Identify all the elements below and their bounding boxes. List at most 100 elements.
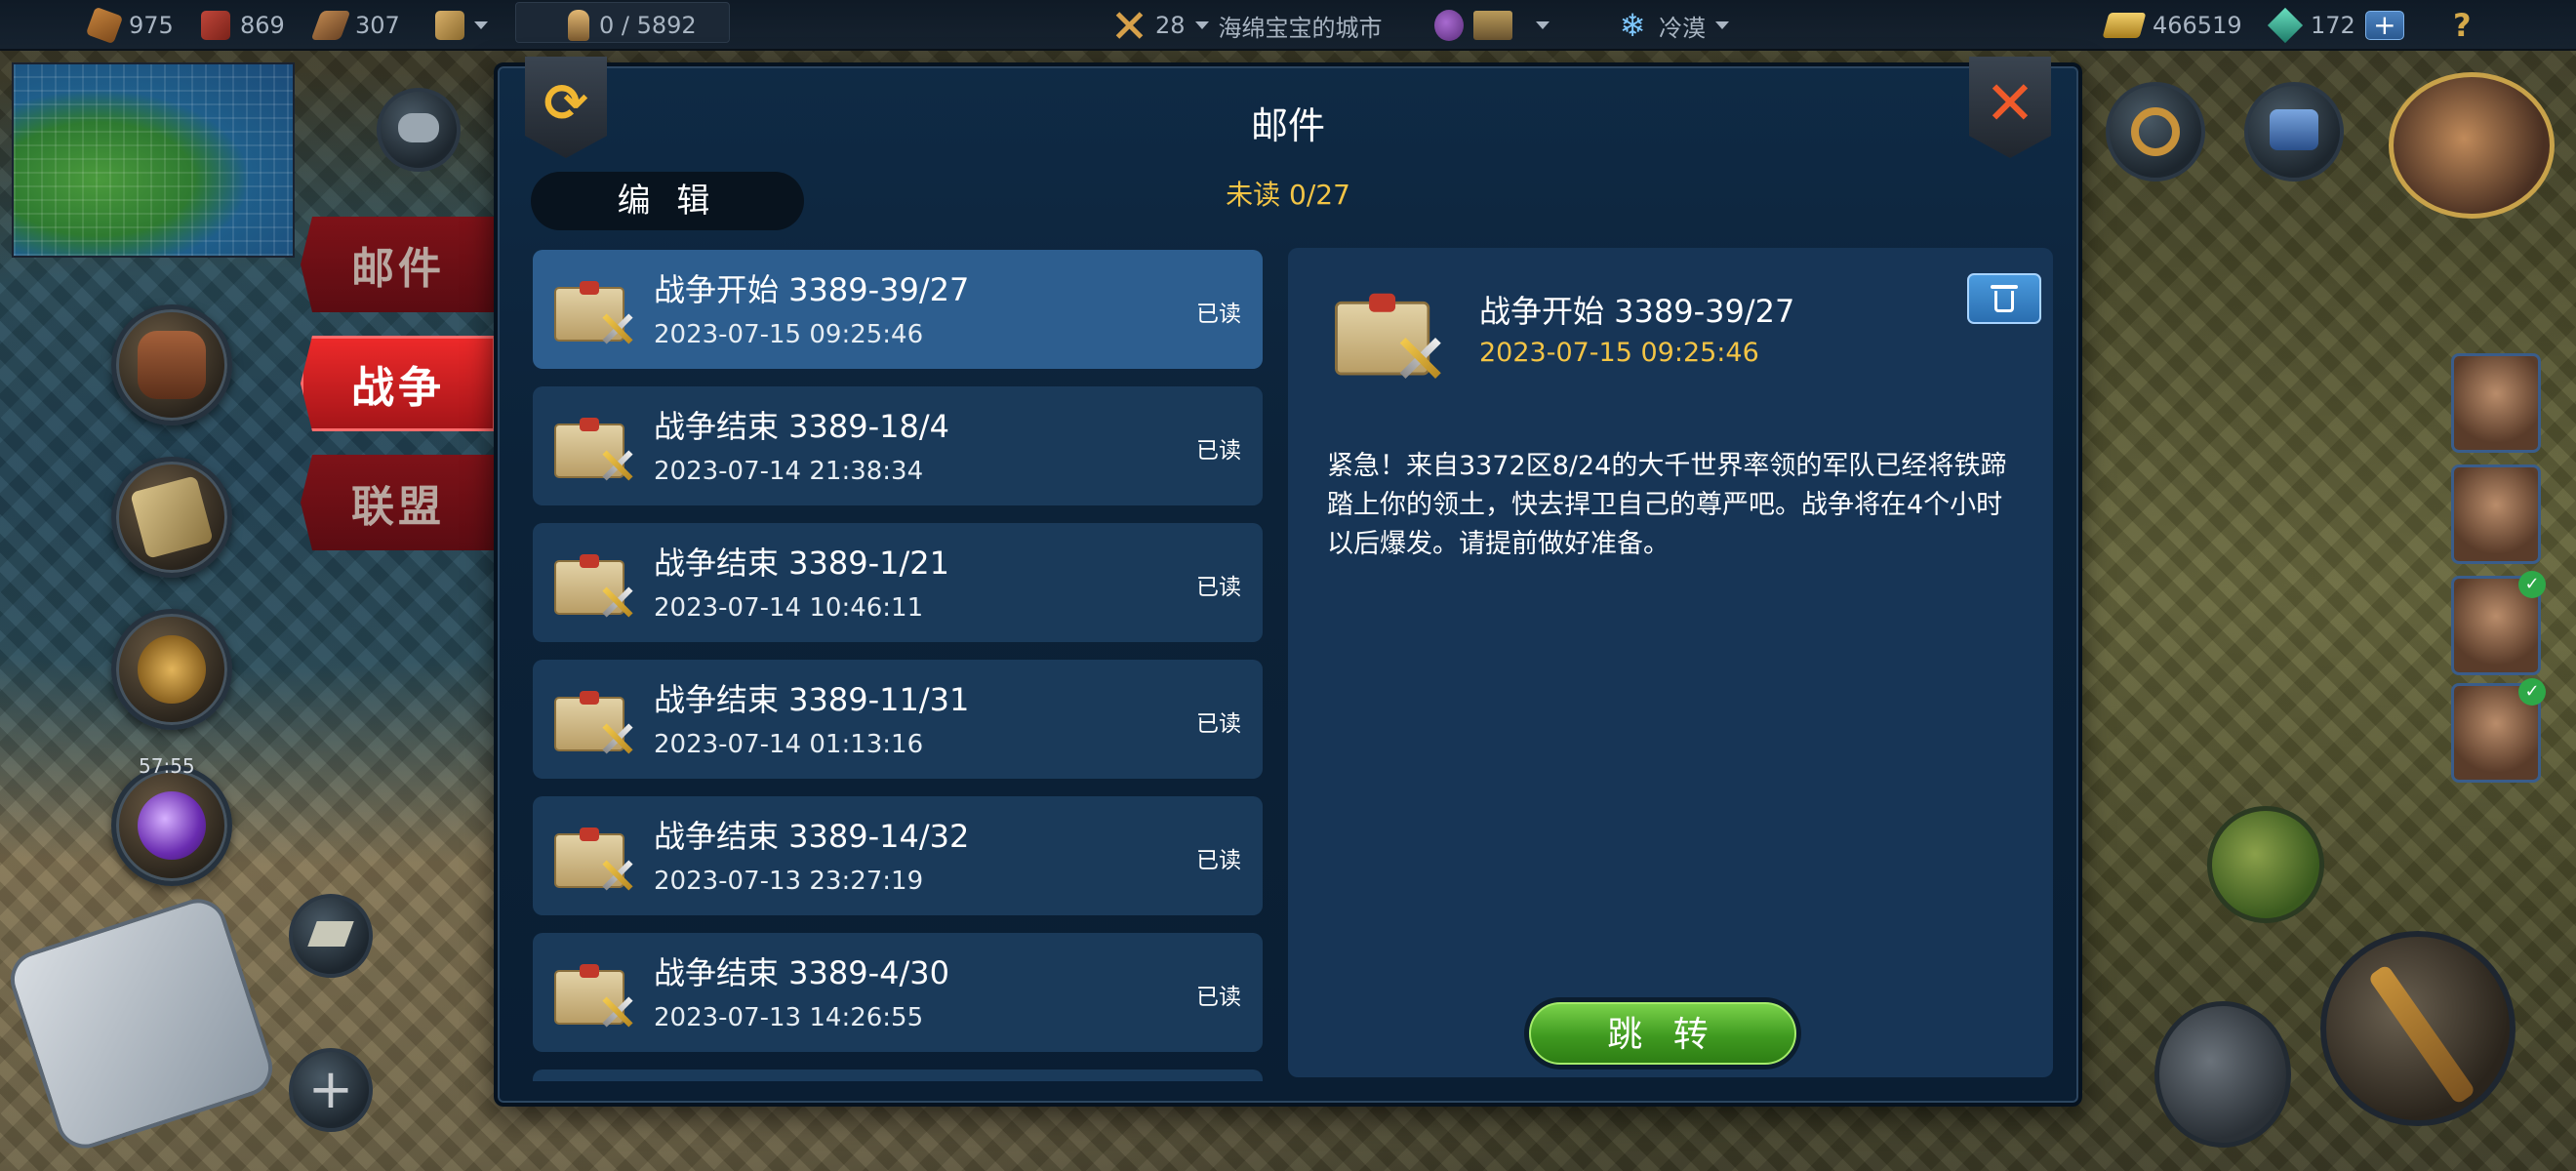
detail-title: 战争开始 3389-39/27 <box>1479 293 1795 330</box>
mail-title: 战争结束 3389-11/31 <box>654 681 970 718</box>
mail-list[interactable]: 战争开始 3389-39/27 2023-07-15 09:25:46 已读 战… <box>533 250 1263 1081</box>
population: 0 / 5892 <box>568 0 697 51</box>
book-icon <box>1473 11 1512 40</box>
gem-resource[interactable]: 172 + <box>2267 0 2404 51</box>
resource-wood[interactable]: 975 <box>85 0 174 51</box>
chevron-down-icon <box>1194 21 1209 29</box>
culture-selector[interactable] <box>1434 0 1550 51</box>
plank-icon <box>310 11 351 40</box>
weather-label: 冷漠 <box>1659 14 1706 42</box>
person-icon <box>568 10 589 41</box>
mail-status: 已读 <box>1196 711 1241 737</box>
gem-icon <box>2267 7 2304 44</box>
mail-status: 已读 <box>1196 438 1241 464</box>
hammer-icon <box>2367 963 2476 1106</box>
advisor-portrait-1[interactable] <box>2451 353 2541 453</box>
minimap[interactable] <box>12 62 295 258</box>
gold-resource[interactable]: 466519 <box>2102 0 2242 51</box>
war-mail-icon <box>554 683 636 751</box>
mail-date: 2023-07-13 14:26:55 <box>654 1003 924 1032</box>
mail-date: 2023-07-14 10:46:11 <box>654 593 924 623</box>
advisor-portrait-3[interactable]: ✓ <box>2451 571 2546 675</box>
mail-item-partial[interactable] <box>533 1070 1263 1081</box>
war-mail-icon <box>554 546 636 615</box>
city-selector[interactable]: 28 海绵宝宝的城市 <box>1112 0 1383 51</box>
war-mail-icon <box>554 820 636 888</box>
wood-count: 975 <box>129 12 174 39</box>
chevron-down-icon <box>1536 21 1550 29</box>
war-mail-icon <box>554 956 636 1025</box>
weather-selector[interactable]: ❄ 冷漠 <box>1616 0 1729 51</box>
mail-item[interactable]: 战争结束 3389-18/4 2023-07-14 21:38:34 已读 <box>533 386 1263 505</box>
check-icon: ✓ <box>2518 678 2546 706</box>
trash-icon <box>1991 285 2018 312</box>
potion-icon <box>138 791 206 860</box>
gold-icon <box>2102 13 2147 38</box>
chevron-down-icon <box>474 21 488 29</box>
trade-button[interactable] <box>111 609 232 730</box>
plank-count: 307 <box>355 12 400 39</box>
population-value: 0 / 5892 <box>599 12 697 39</box>
mail-title: 战争结束 3389-1/21 <box>654 545 950 582</box>
mail-status: 已读 <box>1196 302 1241 327</box>
war-mail-icon <box>1335 283 1445 376</box>
mail-item[interactable]: 战争结束 3389-14/32 2023-07-13 23:27:19 已读 <box>533 796 1263 915</box>
mail-item[interactable]: 战争结束 3389-4/30 2023-07-13 14:26:55 已读 <box>533 933 1263 1052</box>
goods-icon <box>435 11 464 40</box>
backpack-icon <box>138 331 206 399</box>
advisor-portrait-4[interactable]: ✓ <box>2451 678 2546 783</box>
mail-date: 2023-07-14 01:13:16 <box>654 730 924 759</box>
jump-button[interactable]: 跳 转 <box>1524 997 1801 1070</box>
mail-title: 战争开始 3389-39/27 <box>654 271 970 308</box>
grape-icon <box>1434 10 1464 41</box>
brick-icon <box>201 11 230 40</box>
kingdom-button[interactable] <box>2244 82 2344 182</box>
shovel-button[interactable] <box>2154 1001 2291 1148</box>
war-mail-icon <box>554 410 636 478</box>
potion-button[interactable] <box>111 765 232 886</box>
layers-button[interactable] <box>289 894 373 978</box>
tab-alliance[interactable]: 联盟 <box>301 455 496 550</box>
help-icon: ? <box>2453 7 2472 44</box>
mail-title: 战争结束 3389-4/30 <box>654 954 950 991</box>
potion-timer: 57:55 <box>139 754 195 778</box>
check-icon: ✓ <box>2518 571 2546 598</box>
advisor-portrait-2[interactable] <box>2451 464 2541 564</box>
build-hammer-button[interactable] <box>2320 931 2516 1126</box>
map-button[interactable] <box>111 457 232 578</box>
delete-button[interactable] <box>1967 273 2041 324</box>
mail-item[interactable]: 战争开始 3389-39/27 2023-07-15 09:25:46 已读 <box>533 250 1263 369</box>
detail-body: 紧急！来自3372区8/24的大千世界率领的军队已经将铁蹄踏上你的领土，快去捍卫… <box>1327 451 2007 559</box>
add-gems-button[interactable]: + <box>2364 11 2404 40</box>
city-level: 28 <box>1155 12 1186 39</box>
horn-button[interactable] <box>2106 82 2205 182</box>
inventory-button[interactable] <box>111 304 232 425</box>
scales-icon <box>138 635 206 704</box>
chat-bubble-icon <box>398 113 439 142</box>
detail-date: 2023-07-15 09:25:46 <box>1479 338 1759 368</box>
resources-dropdown[interactable] <box>435 0 488 51</box>
mail-item[interactable]: 战争结束 3389-11/31 2023-07-14 01:13:16 已读 <box>533 660 1263 779</box>
city-name: 海绵宝宝的城市 <box>1218 14 1383 42</box>
gem-count: 172 <box>2311 12 2355 39</box>
layers-icon <box>307 921 354 947</box>
plus-icon: + <box>307 1058 354 1121</box>
resource-brick[interactable]: 869 <box>201 0 285 51</box>
tab-war[interactable]: 战争 <box>301 336 496 431</box>
mail-dialog: ⟳ ✕ 邮件 编 辑 未读 0/27 战争开始 3389-39/27 2023-… <box>494 57 2082 1107</box>
chat-button[interactable] <box>377 88 461 172</box>
war-mail-icon <box>554 273 636 342</box>
tab-mail[interactable]: 邮件 <box>301 217 496 312</box>
mail-item[interactable]: 战争结束 3389-1/21 2023-07-14 10:46:11 已读 <box>533 523 1263 642</box>
add-button[interactable]: + <box>289 1048 373 1132</box>
chevron-down-icon <box>1715 21 1729 29</box>
resource-plank[interactable]: 307 <box>310 0 400 51</box>
crossed-swords-icon <box>1112 9 1146 42</box>
hero-portrait[interactable] <box>2389 72 2555 219</box>
jump-button-label: 跳 转 <box>1529 1002 1796 1065</box>
crown-icon <box>2270 109 2318 150</box>
tree-button[interactable] <box>2207 806 2324 923</box>
help-button[interactable]: ? <box>2453 0 2472 51</box>
map-icon <box>130 475 214 559</box>
mail-detail-pane: 战争开始 3389-39/27 2023-07-15 09:25:46 紧急！来… <box>1288 248 2053 1077</box>
